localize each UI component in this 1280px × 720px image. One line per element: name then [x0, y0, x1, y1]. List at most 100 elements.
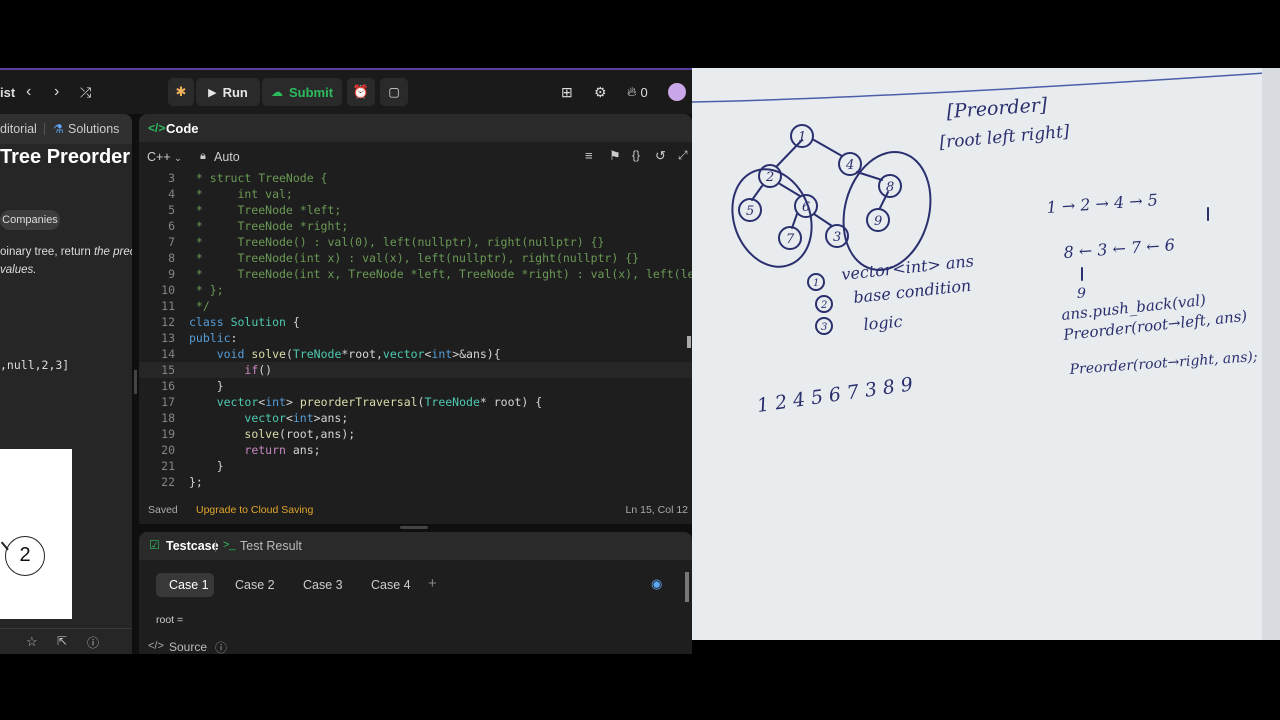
line-code: void solve(TreNode*root,vector<int>&ans)… [216, 347, 501, 361]
debug-button[interactable]: ✱ [168, 78, 194, 106]
notes-button[interactable]: ▢ [380, 78, 408, 106]
upgrade-link[interactable]: Upgrade to Cloud Saving [196, 504, 313, 516]
test-panel: ☑ Testcase >_ Test Result Case 1 Case 2 … [139, 532, 692, 654]
line-number: 16 [161, 379, 175, 393]
share-icon[interactable]: ⇱ [57, 634, 67, 648]
gear-icon[interactable]: ⚙ [594, 78, 607, 106]
code-line[interactable]: 14 void solve(TreNode*root,vector<int>&a… [139, 346, 692, 362]
code-line[interactable]: 15 if() [139, 362, 692, 378]
bookmark-icon[interactable]: ⚑ [609, 148, 621, 164]
submit-button[interactable]: ☁ Submit [262, 78, 342, 106]
code-line[interactable]: 8 * TreeNode(int x) : val(x), left(nullp… [139, 250, 692, 266]
case-tab-1[interactable]: Case 1 [169, 578, 209, 592]
code-tab-label[interactable]: Code [166, 121, 199, 136]
editor-scrollbar[interactable] [687, 336, 691, 348]
tree-node-label: 5 [746, 204, 754, 219]
chevron-right-icon[interactable]: › [54, 78, 59, 106]
code-line[interactable]: 3 * struct TreeNode { [139, 170, 692, 186]
code-line[interactable]: 20 return ans; [139, 442, 692, 458]
add-case-icon[interactable]: + [428, 575, 437, 592]
code-line[interactable]: 18 vector<int>ans; [139, 410, 692, 426]
problem-description: oinary tree, return the prec [0, 246, 132, 258]
tab-divider [44, 123, 45, 135]
expand-icon[interactable]: ⤢ [678, 148, 688, 163]
braces-icon[interactable]: {} [632, 148, 640, 162]
language-label: C++ [147, 150, 171, 164]
line-number: 6 [168, 219, 175, 233]
case-tab-3[interactable]: Case 3 [303, 578, 343, 592]
tree-node-label: 7 [786, 232, 795, 247]
code-line[interactable]: 17 vector<int> preorderTraversal(TreeNod… [139, 394, 692, 410]
test-scrollbar[interactable] [685, 572, 689, 602]
format-icon[interactable]: ≡ [585, 148, 593, 163]
help-icon[interactable]: ⓘ [87, 634, 99, 651]
line-code: vector<int>ans; [244, 411, 349, 425]
eye-icon[interactable]: ◉ [651, 576, 662, 592]
test-tabs: ☑ Testcase >_ Test Result [139, 532, 692, 560]
reset-icon[interactable]: ↺ [655, 148, 666, 164]
code-header: </> Code [139, 114, 692, 142]
line-number: 22 [161, 475, 175, 489]
case-tab-4[interactable]: Case 4 [371, 578, 411, 592]
tab-editorial[interactable]: ditorial [0, 122, 37, 136]
line-number: 13 [161, 331, 175, 345]
code-line[interactable]: 13 public: [139, 330, 692, 346]
tab-testcase[interactable]: Testcase [166, 539, 219, 553]
tab-test-result[interactable]: Test Result [240, 539, 302, 553]
code-editor[interactable]: 3 * struct TreeNode {4 * int val; 5 * Tre… [139, 170, 692, 496]
line-number: 17 [161, 395, 175, 409]
sequence-top: 1 → 2 → 4 → 5 [1046, 190, 1159, 217]
step-number: 3 [821, 322, 827, 333]
panel-resize-handle[interactable] [134, 370, 137, 394]
language-select[interactable]: C++ ⌄ [147, 150, 182, 164]
vertical-resize-handle[interactable] [400, 526, 428, 529]
code-line[interactable]: 19 solve(root,ans); [139, 426, 692, 442]
run-button[interactable]: ▶ Run [196, 78, 260, 106]
timer-button[interactable]: ⏰ [347, 78, 375, 106]
code-line[interactable]: 12 class Solution { [139, 314, 692, 330]
shuffle-icon[interactable]: ⤮ [80, 78, 91, 106]
code-line[interactable]: 4 * int val; [139, 186, 692, 202]
saved-status: Saved [148, 504, 178, 516]
notes-subtitle: [root left right] [939, 122, 1071, 153]
tree-edge [751, 185, 763, 201]
avatar[interactable] [668, 83, 686, 101]
description-panel: ditorial ⚗ Solutions Tree Preorder Compa… [0, 114, 132, 654]
bug-icon: ✱ [175, 84, 187, 99]
code-panel: </> Code C++ ⌄ 🔒︎ Auto ≡ ⚑ {} ↺ ⤢ 3 * st… [139, 114, 692, 524]
preorder-result: 1 2 4 5 6 7 3 8 9 [756, 373, 915, 417]
line-number: 15 [161, 363, 175, 377]
code-line[interactable]: 10 * }; [139, 282, 692, 298]
star-icon[interactable]: ☆ [26, 634, 38, 650]
layout-grid-icon[interactable]: ⊞ [561, 78, 573, 106]
streak-counter[interactable]: 🔥︎ 0 [627, 78, 648, 106]
case-tab-2[interactable]: Case 2 [235, 578, 275, 592]
code-line[interactable]: 11 */ [139, 298, 692, 314]
flask-icon: ⚗ [53, 122, 64, 136]
problem-title[interactable]: Tree Preorder [0, 146, 130, 169]
streak-count: 0 [640, 84, 648, 100]
code-line[interactable]: 16 } [139, 378, 692, 394]
code-line[interactable]: 9 * TreeNode(int x, TreeNode *left, Tree… [139, 266, 692, 282]
companies-tag[interactable]: Companies [0, 210, 60, 230]
source-label[interactable]: Source [169, 640, 207, 654]
code-line[interactable]: 22}; [139, 474, 692, 490]
tree-node-label: 2 [765, 170, 774, 185]
help-icon[interactable]: ⓘ [215, 639, 227, 654]
code-line[interactable]: 21 } [139, 458, 692, 474]
terminal-icon: >_ [223, 539, 236, 551]
line-number: 11 [161, 299, 175, 313]
page-edge [1262, 68, 1280, 640]
line-number: 20 [161, 443, 175, 457]
code-line[interactable]: 5 * TreeNode *left; [139, 202, 692, 218]
tab-solutions[interactable]: Solutions [68, 122, 119, 136]
line-code: * struct TreeNode { [189, 171, 328, 185]
auto-mode[interactable]: Auto [214, 150, 240, 164]
line-number: 14 [161, 347, 175, 361]
code-line[interactable]: 6 * TreeNode *right; [139, 218, 692, 234]
line-code: */ [189, 299, 210, 313]
note-icon: ▢ [388, 85, 400, 99]
chevron-left-icon[interactable]: ‹ [26, 78, 31, 106]
code-line[interactable]: 7 * TreeNode() : val(0), left(nullptr), … [139, 234, 692, 250]
problem-list-link[interactable]: ist [0, 78, 15, 106]
